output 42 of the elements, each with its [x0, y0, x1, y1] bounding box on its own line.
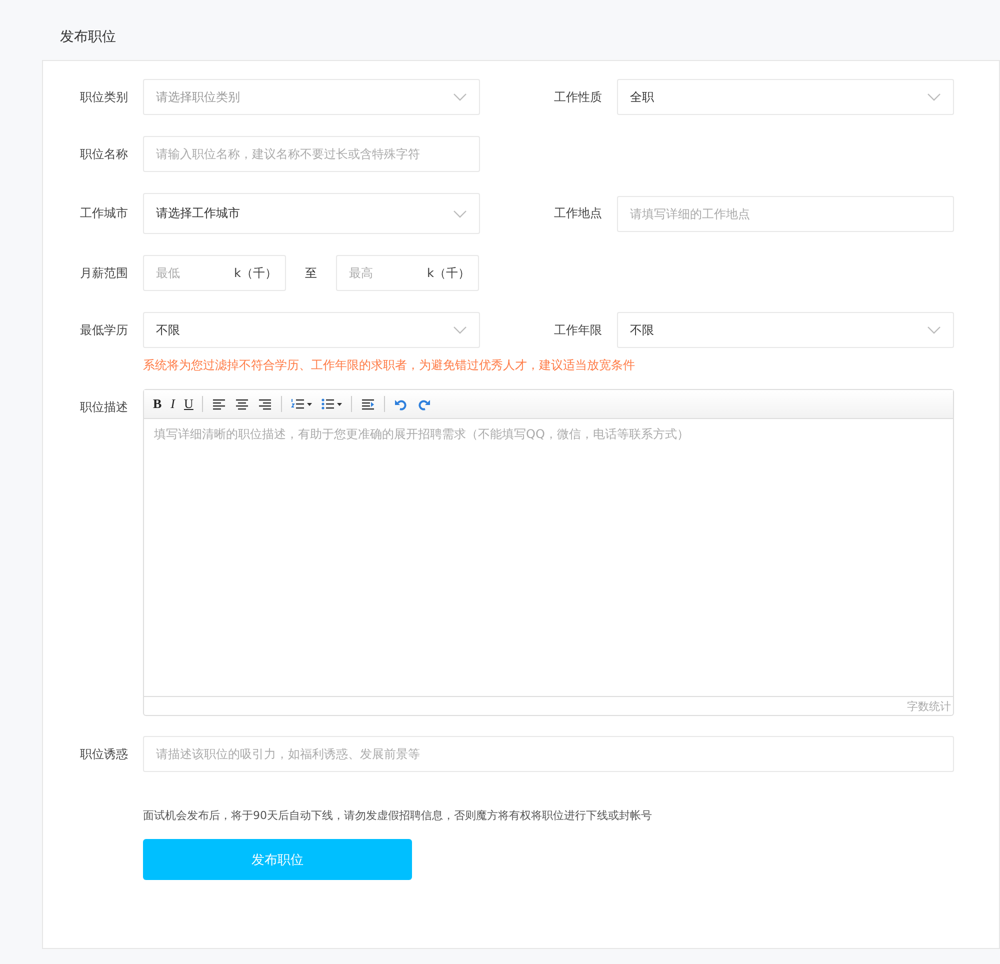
bold-button[interactable]: B — [150, 394, 165, 414]
field-label: 最低学历 — [80, 322, 129, 338]
numbered-list-icon — [291, 398, 306, 410]
select-field[interactable]: 不限 — [617, 312, 954, 348]
align-left-icon — [212, 398, 226, 410]
undo-icon — [394, 398, 408, 410]
select-field[interactable]: 请选择工作城市 — [143, 193, 480, 234]
field-label: 月薪范围 — [80, 264, 129, 282]
salary-field[interactable]: 最高 k（千） — [336, 255, 479, 291]
redo-icon — [417, 398, 432, 410]
indent-icon — [361, 398, 376, 410]
field-label: 工作城市 — [80, 205, 129, 222]
chevron-down-icon — [927, 93, 941, 101]
word-count-label: 字数统计 — [907, 698, 951, 714]
field-label: 工作性质 — [554, 88, 603, 106]
select-field[interactable]: 全职 — [617, 79, 954, 115]
field-label: 工作年限 — [554, 322, 603, 338]
range-separator: 至 — [304, 264, 318, 282]
underline-button[interactable]: U — [181, 394, 196, 414]
align-right-icon — [258, 398, 272, 410]
unit-label: k（千） — [427, 264, 470, 282]
input-field[interactable]: 请填写详细的工作地点 — [617, 196, 954, 232]
select-field[interactable]: 不限 — [143, 312, 480, 348]
input-field[interactable]: 请描述该职位的吸引力，如福利诱惑、发展前景等 — [143, 736, 954, 772]
unit-label: k（千） — [234, 264, 277, 282]
field-label: 职位诱惑 — [80, 746, 129, 762]
chevron-down-icon — [927, 326, 941, 334]
chevron-down-icon — [453, 210, 467, 218]
page-title: 发布职位 — [59, 28, 117, 47]
warning-text: 系统将为您过滤掉不符合学历、工作年限的求职者，为避免错过优秀人才，建议适当放宽条件 — [142, 357, 636, 374]
align-center-icon — [235, 398, 250, 410]
bullet-list-icon — [321, 398, 336, 410]
chevron-down-icon — [453, 326, 467, 334]
input-field[interactable]: 请输入职位名称，建议名称不要过长或含特殊字符 — [143, 136, 480, 172]
field-label: 职位类别 — [80, 88, 129, 106]
salary-field[interactable]: 最低 k（千） — [143, 255, 286, 291]
field-label: 职位描述 — [80, 399, 129, 416]
field-label: 工作地点 — [554, 205, 603, 222]
notice-text: 面试机会发布后，将于90天后自动下线，请勿发虚假招聘信息，否则魔方将有权将职位进行下线或封帐号 — [142, 808, 653, 823]
field-label: 职位名称 — [80, 146, 129, 162]
chevron-down-icon — [453, 93, 467, 101]
italic-button[interactable]: I — [168, 394, 178, 414]
